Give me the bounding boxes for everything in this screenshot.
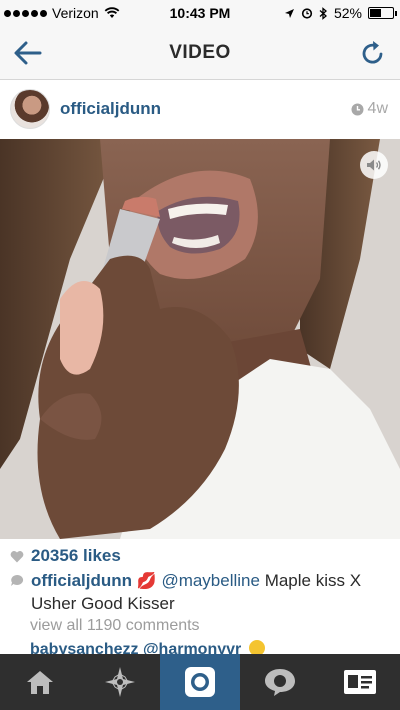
camera-icon: [185, 667, 215, 697]
caption-username[interactable]: officialjdunn: [31, 571, 132, 590]
page-title: VIDEO: [169, 42, 231, 63]
home-icon: [27, 671, 53, 694]
video-frame: [0, 139, 400, 539]
tab-explore[interactable]: [80, 654, 160, 710]
kiss-lips-icon: 💋: [136, 573, 157, 590]
nav-bar: VIDEO: [0, 26, 400, 80]
likes-label: 20356 likes: [31, 546, 121, 565]
tab-camera[interactable]: [160, 654, 240, 710]
speaker-icon: [367, 159, 381, 171]
caption-mention[interactable]: @maybelline: [161, 571, 260, 590]
caption-text: officialjdunn 💋 @maybelline Maple kiss X…: [10, 570, 390, 615]
caption: officialjdunn 💋 @maybelline Maple kiss X…: [10, 570, 390, 615]
avatar[interactable]: [10, 89, 50, 129]
post-age: 4w: [351, 100, 388, 118]
comment-bubble-icon: [11, 574, 24, 586]
star-icon: [105, 667, 135, 697]
alarm-clock-icon: [301, 8, 313, 19]
caption-text-line-1: Maple kiss X: [259, 571, 362, 590]
status-bar: Verizon 10:43 PM 52%: [0, 0, 400, 26]
bluetooth-icon: [319, 6, 327, 20]
tab-home[interactable]: [0, 654, 80, 710]
likes-count[interactable]: 20356 likes: [10, 546, 121, 566]
video-player[interactable]: [0, 139, 400, 539]
clock-icon: [351, 103, 364, 115]
post-header: officialjdunn 4w: [0, 81, 400, 139]
tab-profile[interactable]: [320, 654, 400, 710]
location-arrow-icon: [284, 8, 294, 18]
battery-percent: 52%: [333, 5, 362, 21]
post-age-label: 4w: [367, 100, 388, 117]
heart-icon: [10, 550, 24, 562]
status-right: 52%: [284, 5, 397, 21]
profile-card-icon: [344, 670, 376, 694]
tab-activity[interactable]: [240, 654, 320, 710]
caption-text-line-2: Usher Good Kisser: [31, 594, 175, 613]
view-all-comments-link[interactable]: view all 1190 comments: [30, 617, 200, 635]
mute-button[interactable]: [360, 151, 388, 179]
battery-level: [370, 9, 382, 17]
battery-icon: [368, 7, 397, 19]
post-username[interactable]: officialjdunn: [60, 99, 161, 119]
speech-bubble-icon: [265, 669, 295, 696]
refresh-icon[interactable]: [358, 38, 388, 68]
tab-bar: [0, 654, 400, 710]
